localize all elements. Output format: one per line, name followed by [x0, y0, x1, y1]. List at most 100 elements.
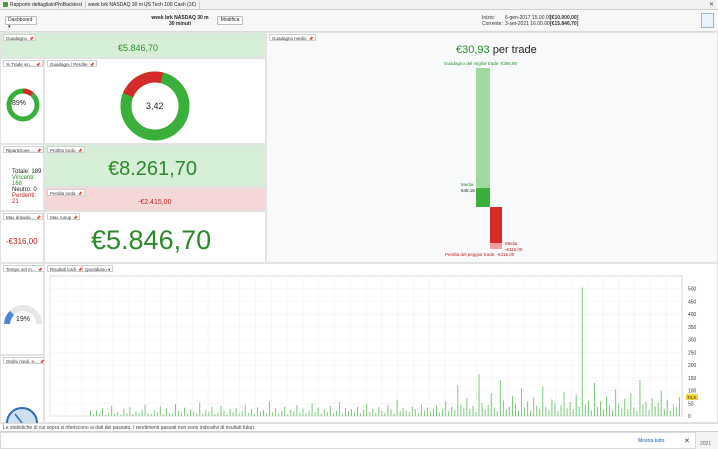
chart-bar: [454, 410, 456, 416]
avg-gain-value: €30,93 per trade: [456, 44, 537, 56]
gain-title[interactable]: Guadagno 📌: [3, 34, 37, 41]
chart-bar: [229, 408, 231, 416]
chart-bar: [511, 395, 513, 416]
winrate-title[interactable]: % Trade vin... 📌: [3, 60, 43, 67]
chart-bar: [266, 413, 267, 416]
results-title[interactable]: Risultati lordi 📌: [47, 265, 85, 272]
chart-bar: [348, 411, 349, 416]
chart-bar: [463, 408, 465, 416]
avg-gain-title[interactable]: Guadagno medio 📌: [269, 34, 316, 41]
show-all-button[interactable]: Mostra tutto: [638, 438, 664, 444]
chart-bar: [633, 407, 635, 416]
chevron-down-icon: ▾: [8, 24, 11, 30]
chart-bar: [508, 406, 510, 416]
chart-bar: [505, 409, 507, 416]
chart-bar: [402, 408, 404, 416]
max-runup-panel: Max runup 📌 €5.846,70: [44, 211, 266, 263]
chart-bar: [187, 414, 189, 416]
y-tick-label: 200: [688, 363, 697, 369]
chart-bar: [159, 406, 161, 416]
chart-bar: [168, 412, 170, 416]
dashboard-dropdown[interactable]: Dashboard ▾: [5, 16, 37, 30]
window-close-icon[interactable]: ✕: [709, 1, 714, 9]
chart-bar: [460, 404, 462, 416]
chart-bar: [129, 407, 131, 416]
gains-losses-panel: Guadagni / Perdite 📌 3,42: [44, 58, 266, 144]
chart-bar: [393, 413, 395, 416]
chart-bar: [99, 413, 101, 416]
gain-panel: Guadagno 📌 €5.846,70: [0, 32, 266, 58]
chart-bar: [293, 411, 295, 416]
chart-bar: [430, 411, 431, 416]
chart-bar: [302, 408, 304, 416]
gross-loss-panel: Perdita lorda 📌 -€2.415,00: [44, 187, 266, 211]
notification-close-icon[interactable]: ✕: [684, 437, 690, 445]
chart-bar: [126, 413, 128, 416]
chart-bar: [466, 398, 468, 416]
chart-bar: [451, 406, 453, 416]
chart-bar: [645, 401, 647, 416]
pin-icon: 📌: [36, 148, 42, 153]
chart-bar: [487, 404, 489, 416]
worst-trade-label: Perdita del peggior trade: -€115,00: [445, 252, 515, 257]
chart-bar: [672, 404, 674, 416]
chart-bar: [539, 408, 541, 416]
orders-title[interactable]: Ordini medi. e... 📌: [3, 357, 47, 364]
disclaimer-text: Le statistiche di cui sopra si riferisco…: [0, 423, 718, 431]
chart-bar: [226, 414, 228, 416]
chart-bar: [615, 389, 617, 416]
pin-icon: 📌: [77, 191, 83, 196]
chart-bar: [190, 409, 192, 416]
chart-bar: [496, 411, 498, 416]
winrate-panel: % Trade vin... 📌 89%: [0, 58, 44, 144]
chart-bar: [469, 408, 471, 416]
chart-bar: [423, 410, 425, 416]
gains-losses-title[interactable]: Guadagni / Perdite 📌: [47, 60, 97, 67]
chart-bar: [105, 414, 107, 416]
chart-bar: [621, 408, 623, 416]
chart-bar: [320, 413, 322, 416]
max-runup-title[interactable]: Max runup 📌: [47, 213, 81, 220]
mean-gain-label: Media: [461, 182, 474, 187]
pin-icon: 📌: [308, 36, 314, 41]
chart-bar: [162, 414, 164, 416]
chart-bar: [554, 403, 556, 416]
max-drawdown-title[interactable]: Max drawdo... 📌: [3, 213, 44, 220]
tab-strategy[interactable]: week brk NASDAQ 30 m: [85, 1, 148, 9]
chart-bar: [630, 393, 632, 416]
modify-button[interactable]: Modifica: [217, 16, 243, 25]
year-fragment: 2021: [700, 441, 712, 447]
chart-bar: [648, 409, 650, 416]
breakdown-title[interactable]: Ripartizione ... 📌: [3, 146, 44, 153]
chart-bar: [354, 412, 356, 416]
chart-bar: [572, 409, 574, 416]
chart-bar: [557, 411, 559, 416]
max-drawdown-value: -€316,00: [6, 237, 38, 246]
y-tick-label: 50: [688, 401, 694, 407]
chart-bar: [490, 393, 492, 416]
chart-bar: [612, 410, 614, 416]
chart-bar: [593, 382, 595, 416]
chart-bar: [111, 405, 113, 416]
chart-bar: [181, 412, 182, 416]
chart-bar: [560, 405, 562, 416]
chart-bar: [584, 404, 586, 416]
chart-bar: [144, 404, 146, 416]
chart-bar: [171, 413, 173, 416]
tab-detailed-report[interactable]: Rapporto dettagliato: [0, 1, 60, 9]
chart-bar: [384, 412, 386, 416]
chart-bar: [341, 413, 343, 416]
chart-bar: [675, 406, 677, 416]
tab-instrument[interactable]: US Tech 100 Cash (1€): [141, 1, 200, 9]
chart-bar: [533, 397, 535, 416]
chart-bar: [132, 414, 134, 416]
period-select[interactable]: Quotidiano ▾: [82, 265, 114, 272]
gross-profit-title[interactable]: Profitto lordo 📌: [47, 146, 85, 153]
gross-profit-panel: Profitto lordo 📌 €8.261,70: [44, 144, 266, 187]
y-tick-label: 300: [688, 338, 697, 344]
time-in-market-title[interactable]: Tempo nel m... 📌: [3, 265, 45, 272]
y-tick-label: 350: [688, 325, 697, 331]
gross-loss-title[interactable]: Perdita lorda 📌: [47, 189, 85, 196]
chart-bar: [123, 408, 125, 416]
tab-probacktest[interactable]: ProBacktest: [52, 1, 86, 9]
